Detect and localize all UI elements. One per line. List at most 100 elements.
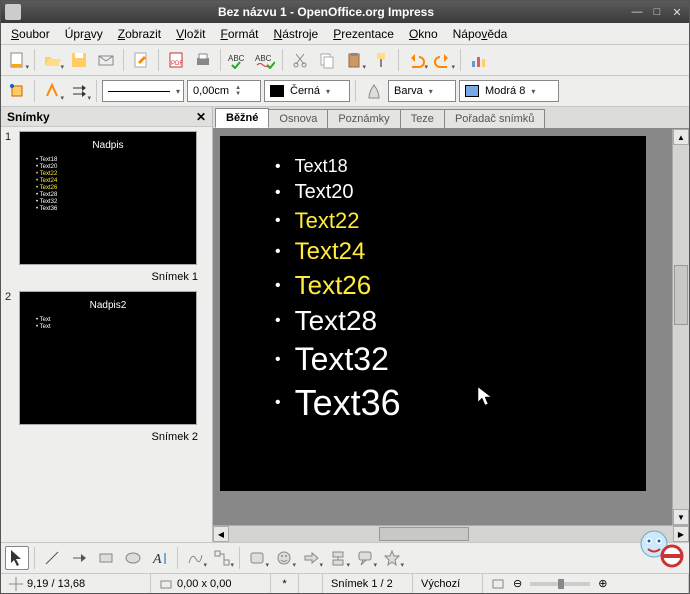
line-style-combo[interactable]: ▾: [102, 80, 184, 102]
area-dialog-button[interactable]: [361, 79, 385, 103]
horizontal-scrollbar[interactable]: ◀▶: [213, 525, 689, 542]
bullet-icon: •: [275, 184, 281, 202]
connector-tool-button[interactable]: ▾: [210, 546, 234, 570]
menu-format[interactable]: Formát: [214, 25, 264, 43]
fill-color-label: Modrá 8: [485, 85, 525, 97]
copy-button[interactable]: [315, 48, 339, 72]
print-button[interactable]: [191, 48, 215, 72]
slide-text: Text22: [295, 208, 360, 234]
slide-thumbnail[interactable]: NadpisText18Text20Text22Text24Text26Text…: [19, 131, 197, 265]
cut-button[interactable]: [288, 48, 312, 72]
stars-button[interactable]: ▾: [380, 546, 404, 570]
tab-normal[interactable]: Běžné: [215, 108, 269, 128]
save-button[interactable]: [67, 48, 91, 72]
undo-button[interactable]: ▾: [404, 48, 428, 72]
close-panel-icon[interactable]: ✕: [196, 110, 206, 124]
zoom-slider[interactable]: [530, 582, 590, 586]
slide-bullet-item[interactable]: •Text18: [275, 156, 646, 177]
zoom-fit-icon[interactable]: [491, 577, 505, 591]
menu-presentation[interactable]: Prezentace: [327, 25, 400, 43]
svg-text:PDF: PDF: [171, 61, 183, 67]
new-button[interactable]: ▾: [5, 48, 29, 72]
email-button[interactable]: [94, 48, 118, 72]
slide-bullet-item[interactable]: •Text32: [275, 341, 646, 378]
block-arrows-button[interactable]: ▾: [299, 546, 323, 570]
basic-shapes-button[interactable]: ▾: [245, 546, 269, 570]
status-layout: Výchozí: [421, 578, 460, 590]
zoom-in-icon[interactable]: ⊕: [598, 577, 607, 590]
slide-bullet-item[interactable]: •Text28: [275, 305, 646, 337]
fontwork-button[interactable]: ▾: [40, 79, 64, 103]
format-paintbrush-button[interactable]: [369, 48, 393, 72]
menu-view[interactable]: Zobrazit: [112, 25, 167, 43]
select-tool-button[interactable]: [5, 546, 29, 570]
spellcheck-button[interactable]: ABC: [226, 48, 250, 72]
line-color-combo[interactable]: Černá ▾: [264, 80, 350, 102]
maximize-button[interactable]: □: [649, 4, 665, 20]
menu-help[interactable]: Nápověda: [447, 25, 514, 43]
tab-notes[interactable]: Poznámky: [327, 109, 400, 128]
line-tool-button[interactable]: [40, 546, 64, 570]
curve-tool-button[interactable]: ▾: [183, 546, 207, 570]
svg-text:A: A: [152, 552, 162, 567]
line-width-combo[interactable]: 0,00cm ▲▼: [187, 80, 261, 102]
slide-text: Text20: [295, 181, 354, 204]
paste-button[interactable]: ▾: [342, 48, 366, 72]
thumb-item: Text26: [36, 185, 184, 191]
slide-bullet-item[interactable]: •Text36: [275, 382, 646, 424]
menu-edit[interactable]: Úpravy: [59, 25, 109, 43]
slide-bullet-item[interactable]: •Text26: [275, 270, 646, 301]
slide-text: Text24: [295, 238, 366, 266]
slide-bullet-item[interactable]: • Text24: [275, 238, 646, 266]
editor-area: Běžné Osnova Poznámky Teze Pořadač snímk…: [213, 107, 689, 542]
slide-text: Text26: [295, 270, 372, 301]
close-button[interactable]: ✕: [669, 4, 685, 20]
ellipse-tool-button[interactable]: [121, 546, 145, 570]
edit-file-button[interactable]: [129, 48, 153, 72]
menu-tools[interactable]: Nástroje: [268, 25, 325, 43]
text-tool-button[interactable]: A: [148, 546, 172, 570]
menu-insert[interactable]: Vložit: [170, 25, 211, 43]
redo-button[interactable]: ▾: [431, 48, 455, 72]
slide-number: 2: [5, 291, 15, 425]
standard-toolbar: ▾ ▾ PDF ABC ABC: [1, 45, 689, 76]
open-button[interactable]: ▾: [40, 48, 64, 72]
slide-thumbnail[interactable]: Nadpis2TextText: [19, 291, 197, 425]
symbol-shapes-button[interactable]: ▾: [272, 546, 296, 570]
thumb-item: Text32: [36, 199, 184, 205]
slide-number: 1: [5, 131, 15, 265]
help-agent-icon[interactable]: [635, 521, 685, 571]
export-pdf-button[interactable]: PDF: [164, 48, 188, 72]
slide-bullet-item[interactable]: • Text20: [275, 181, 646, 204]
rectangle-tool-button[interactable]: [94, 546, 118, 570]
thumb-item: Text22: [36, 171, 184, 177]
fill-type-combo[interactable]: Barva ▾: [388, 80, 456, 102]
arrow-tool-button[interactable]: [67, 546, 91, 570]
menu-file[interactable]: Soubor: [5, 25, 56, 43]
slides-panel-title: Snímky: [7, 110, 50, 124]
status-slide: Snímek 1 / 2: [331, 578, 393, 590]
slide-label: Snímek 1: [5, 269, 208, 291]
bullet-icon: •: [275, 243, 281, 261]
slide-canvas[interactable]: •Text18•Text20•Text22•Text24•Text26•Text…: [213, 129, 672, 525]
zoom-out-icon[interactable]: ⊖: [513, 577, 522, 590]
slide-text: Text28: [295, 305, 378, 337]
vertical-scrollbar[interactable]: ▲▼: [672, 129, 689, 525]
slide-bullet-item[interactable]: •Text22: [275, 208, 646, 234]
thumb-item: Text28: [36, 192, 184, 198]
callouts-button[interactable]: ▾: [353, 546, 377, 570]
tab-sorter[interactable]: Pořadač snímků: [444, 109, 545, 128]
thumb-item: Text18: [36, 157, 184, 163]
line-width-value: 0,00cm: [193, 85, 229, 97]
modify-points-button[interactable]: [5, 79, 29, 103]
menu-window[interactable]: Okno: [403, 25, 444, 43]
flowcharts-button[interactable]: ▾: [326, 546, 350, 570]
minimize-button[interactable]: —: [629, 4, 645, 20]
fill-color-combo[interactable]: Modrá 8 ▾: [459, 80, 559, 102]
arrow-style-button[interactable]: ▾: [67, 79, 91, 103]
bullet-icon: •: [275, 158, 281, 176]
tab-outline[interactable]: Osnova: [268, 109, 328, 128]
tab-handouts[interactable]: Teze: [400, 109, 445, 128]
chart-button[interactable]: [466, 48, 490, 72]
autospellcheck-button[interactable]: ABC: [253, 48, 277, 72]
